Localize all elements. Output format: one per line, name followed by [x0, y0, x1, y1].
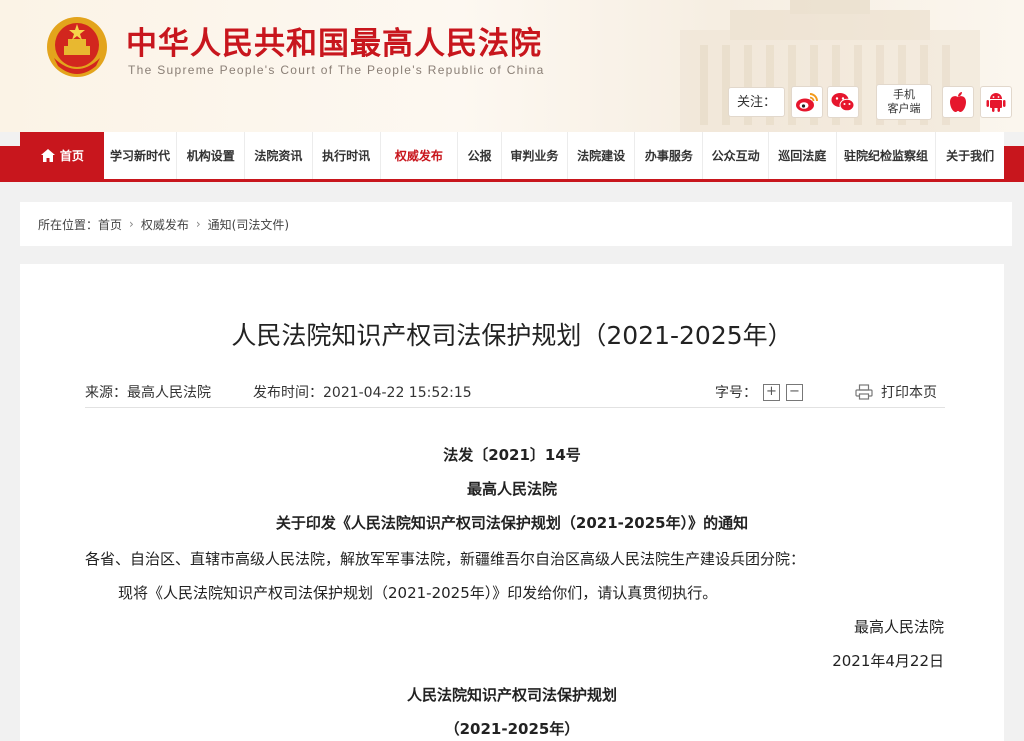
nav-item-gazette[interactable]: 公报 [458, 132, 503, 179]
nav-item-trial[interactable]: 审判业务 [502, 132, 568, 179]
doc-number: 法发〔2021〕14号 [443, 446, 581, 464]
addressee: 各省、自治区、直辖市高级人民法院，解放军军事法院，新疆维吾尔自治区高级人民法院生… [85, 550, 806, 568]
follow-bar: 关注： [728, 86, 860, 118]
print-label: 打印本页 [881, 385, 937, 401]
apple-icon [950, 92, 966, 112]
nav-strip-left [0, 146, 20, 182]
mobile-label-line1: 手机 [893, 88, 915, 101]
site-title[interactable]: 中华人民共和国最高人民法院 [126, 18, 542, 63]
nav-strip-right [1004, 146, 1024, 182]
article-source: 来源：最高人民法院 [85, 385, 211, 401]
nav-item-study[interactable]: 学习新时代 [104, 132, 178, 179]
printer-icon [855, 384, 873, 400]
font-size-control: 字号： + − [715, 382, 803, 402]
breadcrumb-authoritative[interactable]: 权威发布 [141, 216, 189, 233]
nav-item-execution[interactable]: 执行时讯 [313, 132, 381, 179]
nav-item-services[interactable]: 办事服务 [635, 132, 704, 179]
nav-item-authoritative[interactable]: 权威发布 [381, 132, 459, 179]
nav-item-news[interactable]: 法院资讯 [245, 132, 313, 179]
font-increase-button[interactable]: + [763, 383, 780, 401]
plan-title: 人民法院知识产权司法保护规划 [406, 686, 617, 704]
android-button[interactable] [980, 86, 1012, 118]
nav-item-about[interactable]: 关于我们 [936, 132, 1004, 179]
article-panel: 人民法院知识产权司法保护规划（2021-2025年） 来源：最高人民法院 发布时… [20, 264, 1004, 741]
nav-home[interactable]: 首页 [20, 132, 104, 179]
site-subtitle: The Supreme People's Court of The People… [128, 63, 545, 77]
follow-label: 关注： [728, 87, 786, 117]
wechat-button[interactable] [827, 86, 860, 118]
notice-body: 现将《人民法院知识产权司法保护规划（2021-2025年）》印发给你们，请认真贯… [118, 584, 718, 602]
weibo-icon [796, 93, 819, 112]
sign-date: 2021年4月22日 [832, 652, 944, 670]
article-meta: 来源：最高人民法院 发布时间：2021-04-22 15:52:15 字号： +… [85, 372, 945, 408]
breadcrumb-prefix: 所在位置： [38, 217, 99, 232]
national-emblem-icon [47, 17, 107, 77]
doc-issuer: 最高人民法院 [466, 480, 557, 498]
wechat-icon [831, 93, 855, 112]
plan-period: （2021-2025年） [444, 720, 580, 738]
apple-button[interactable] [942, 86, 974, 118]
font-size-label: 字号： [715, 385, 757, 401]
signature: 最高人民法院 [853, 618, 944, 636]
home-icon [40, 149, 55, 162]
article-time: 发布时间：2021-04-22 15:52:15 [253, 385, 472, 401]
site-header: 中华人民共和国最高人民法院 The Supreme People's Court… [0, 0, 1024, 132]
nav-home-label: 首页 [59, 149, 84, 163]
mobile-label-line2: 客户端 [887, 102, 921, 115]
nav-item-circuit[interactable]: 巡回法庭 [769, 132, 837, 179]
print-button[interactable]: 打印本页 [855, 382, 937, 402]
chevron-right-icon: › [129, 217, 134, 231]
weibo-button[interactable] [791, 86, 824, 118]
breadcrumb-home[interactable]: 首页 [98, 216, 122, 233]
notice-title: 关于印发《人民法院知识产权司法保护规划（2021-2025年）》的通知 [275, 514, 749, 532]
chevron-right-icon: › [195, 217, 201, 231]
nav-item-interaction[interactable]: 公众互动 [703, 132, 769, 179]
android-icon [986, 93, 1006, 112]
main-nav: 首页 学习新时代 机构设置 法院资讯 执行时讯 权威发布 公报 审判业务 法院建… [20, 132, 1004, 182]
font-decrease-button[interactable]: − [786, 383, 803, 401]
breadcrumb: 所在位置： 首页 › 权威发布 › 通知(司法文件) [20, 202, 1012, 246]
mobile-client-button[interactable]: 手机 客户端 [876, 84, 932, 120]
nav-item-organization[interactable]: 机构设置 [177, 132, 246, 179]
nav-item-discipline[interactable]: 驻院纪检监察组 [837, 132, 937, 179]
article-title: 人民法院知识产权司法保护规划（2021-2025年） [231, 321, 793, 350]
breadcrumb-notice[interactable]: 通知(司法文件) [208, 216, 289, 233]
nav-item-court-building[interactable]: 法院建设 [568, 132, 636, 179]
